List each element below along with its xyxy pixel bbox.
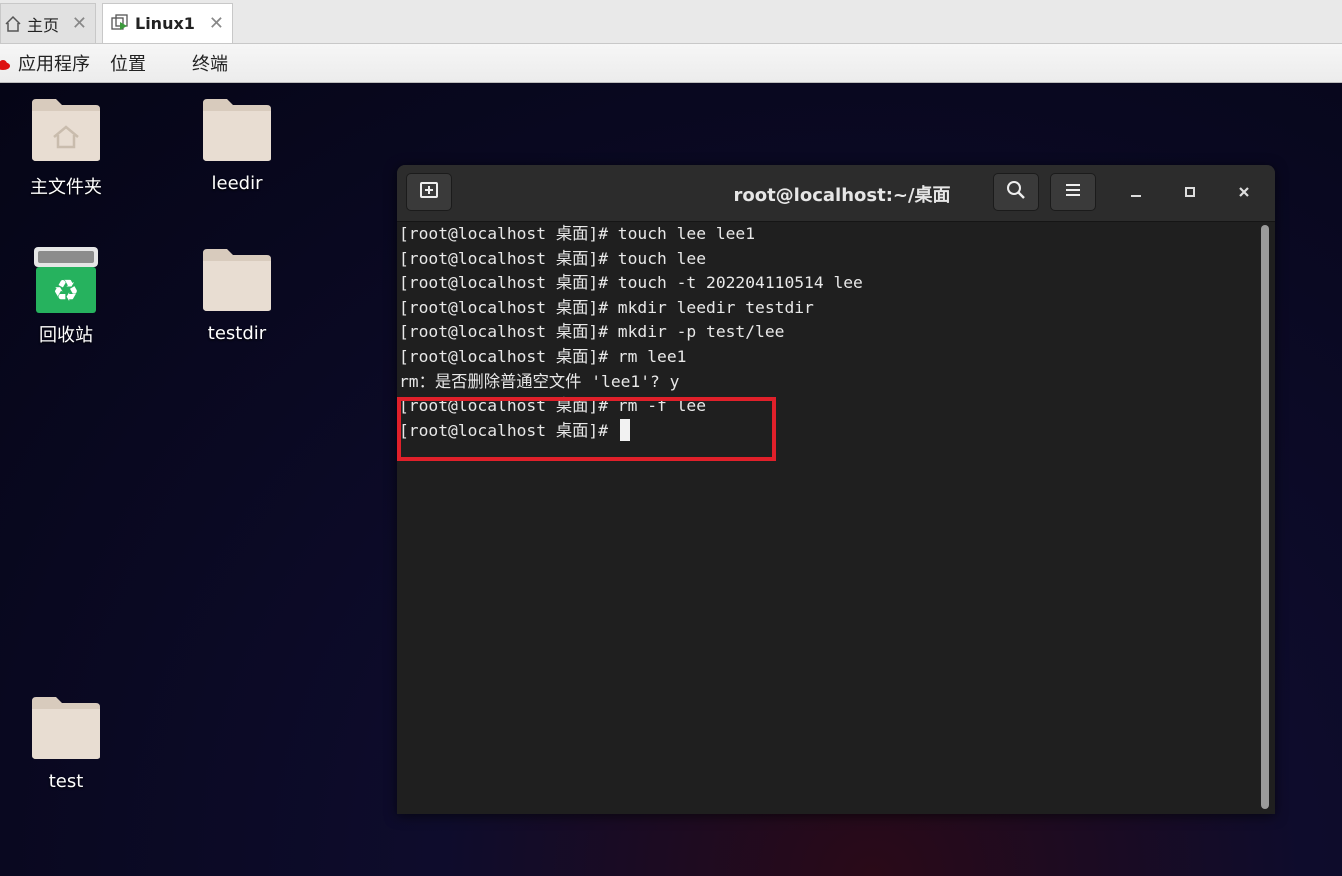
tab-linux1-label: Linux1	[135, 14, 195, 33]
terminal-line: rm：是否删除普通空文件 'lee1'? y	[399, 371, 680, 391]
new-tab-icon	[419, 180, 439, 204]
applications-menu[interactable]: 应用程序	[18, 50, 90, 76]
terminal-line: [root@localhost 桌面]# touch lee	[399, 248, 707, 268]
home-folder-icon	[30, 97, 102, 163]
desktop-icon-leedir[interactable]: leedir	[182, 97, 292, 194]
desktop-icon-label: 主文件夹	[30, 177, 102, 198]
folder-icon	[30, 695, 102, 761]
terminal-line: [root@localhost 桌面]# rm lee1	[399, 346, 687, 366]
close-icon[interactable]: ✕	[72, 13, 87, 34]
search-icon	[1006, 180, 1026, 204]
terminal-title: root@localhost:~/桌面	[733, 185, 951, 206]
gnome-top-bar: 应用程序 位置 终端	[0, 44, 1342, 83]
terminal-line: [root@localhost 桌面]# mkdir -p test/lee	[399, 322, 785, 342]
tab-linux1[interactable]: Linux1 ✕	[102, 3, 233, 43]
close-icon[interactable]: ✕	[209, 13, 224, 34]
desktop-icon-label: 回收站	[39, 325, 93, 346]
tab-home-label: 主页	[27, 15, 60, 35]
close-button[interactable]	[1230, 179, 1258, 207]
desktop-icon-home-folder[interactable]: 主文件夹	[11, 97, 121, 199]
new-tab-button[interactable]	[406, 173, 452, 211]
trash-icon: ♻	[30, 245, 102, 313]
terminal-menu[interactable]: 终端	[192, 50, 228, 76]
folder-icon	[201, 97, 273, 163]
vm-tab-strip: 主页 ✕ Linux1 ✕	[0, 0, 1342, 44]
svg-text:♻: ♻	[53, 274, 80, 309]
terminal-line: [root@localhost 桌面]# touch -t 2022041105…	[399, 273, 863, 293]
terminal-line: [root@localhost 桌面]# mkdir leedir testdi…	[399, 297, 814, 317]
desktop-icon-label: test	[48, 771, 84, 792]
terminal-scrollbar[interactable]	[1261, 225, 1269, 809]
terminal-window[interactable]: root@localhost:~/桌面 [root@localhost 桌面]#…	[397, 165, 1275, 814]
maximize-icon	[1183, 184, 1197, 203]
desktop-icon-testdir[interactable]: testdir	[182, 247, 292, 344]
menu-button[interactable]	[1050, 173, 1096, 211]
places-menu[interactable]: 位置	[110, 50, 146, 76]
redhat-logo-icon	[0, 56, 10, 70]
desktop-icon-label: leedir	[211, 173, 263, 194]
minimize-icon	[1129, 184, 1143, 203]
terminal-line: [root@localhost 桌面]# touch lee lee1	[399, 224, 756, 243]
terminal-output[interactable]: [root@localhost 桌面]# touch lee lee1 [root…	[397, 222, 1259, 814]
search-button[interactable]	[993, 173, 1039, 211]
home-icon	[3, 14, 23, 34]
terminal-headerbar[interactable]: root@localhost:~/桌面	[397, 165, 1275, 222]
desktop-icon-trash[interactable]: ♻ 回收站	[11, 245, 121, 347]
tab-home[interactable]: 主页 ✕	[0, 3, 96, 43]
minimize-button[interactable]	[1122, 179, 1150, 207]
hamburger-icon	[1064, 182, 1082, 202]
close-icon	[1237, 184, 1251, 203]
folder-icon	[201, 247, 273, 313]
desktop-icon-label: testdir	[207, 323, 267, 344]
vm-icon	[111, 13, 131, 34]
desktop-icon-test[interactable]: test	[11, 695, 121, 792]
highlight-box	[397, 397, 776, 461]
maximize-button[interactable]	[1176, 179, 1204, 207]
